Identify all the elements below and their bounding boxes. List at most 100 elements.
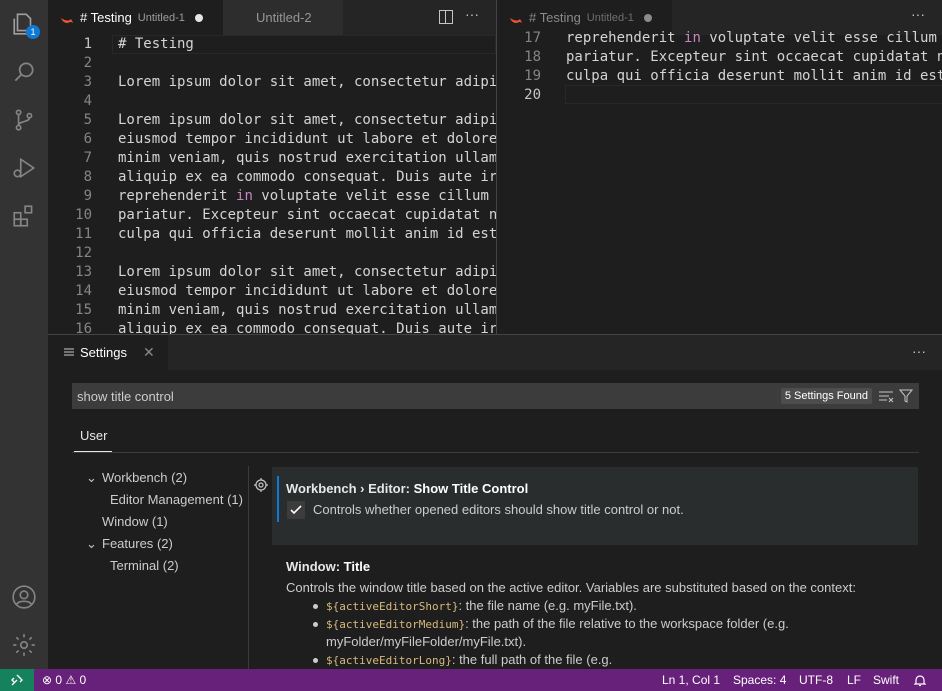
tab-testing-untitled-1[interactable]: # Testing Untitled-1 [48,0,223,35]
code-line: minim veniam, quis nostrud exercitation … [118,150,496,166]
code-line: pariatur. Excepteur sint occaecat cupida… [118,207,496,223]
line-number: 8 [83,169,92,185]
clear-filter-icon[interactable] [878,389,894,406]
settings-search-box[interactable]: 5 Settings Found [72,383,919,409]
scope-divider [72,452,919,453]
code-line: culpa qui officia deserunt mollit anim i… [118,226,496,242]
bullet-item-continued: myFolder/myFileFolder/myFile.txt). [326,634,527,649]
chevron-down-icon: ⌄ [86,470,97,485]
line-number: 12 [75,245,92,261]
line-number: 1 [83,36,92,52]
warning-icon: ⚠ [65,673,77,687]
line-number: 20 [524,87,541,103]
cursor-position[interactable]: Ln 1, Col 1 [662,669,720,691]
indentation[interactable]: Spaces: 4 [733,669,786,691]
explorer-badge: 1 [26,25,40,39]
search-icon[interactable] [0,48,48,96]
split-editor-icon[interactable] [439,10,453,24]
toc-item-terminal[interactable]: Terminal (2) [110,558,179,573]
line-number: 18 [524,49,541,65]
line-number: 10 [75,207,92,223]
filter-icon[interactable] [898,389,914,406]
code-line: reprehenderit in voluptate velit esse ci… [118,188,489,204]
tab-title: # Testing [529,10,581,25]
code-area-right[interactable]: 17 reprehenderit in voluptate velit esse … [497,30,942,334]
line-number: 17 [524,30,541,46]
code-line: Lorem ipsum dolor sit amet, consectetur … [118,74,496,90]
editor-group-left: # Testing Untitled-1 Untitled-2 ··· 1 # T… [48,0,496,334]
line-number: 13 [75,264,92,280]
toc-item-window[interactable]: Window (1) [102,514,168,529]
tab-description: Untitled-1 [586,11,634,24]
line-number: 7 [83,150,92,166]
remote-icon [11,674,23,686]
more-actions-icon[interactable]: ··· [911,6,925,22]
manage-gear-icon[interactable] [0,621,48,669]
toc-item-editor-management[interactable]: Editor Management (1) [110,492,243,507]
activity-bar: 1 [0,0,48,669]
error-icon: ⊗ [42,673,53,687]
source-control-icon[interactable] [0,96,48,144]
code-area-left[interactable]: 1 # Testing 2 3 Lorem ipsum dolor sit amet, … [48,35,496,334]
toc-item-features[interactable]: ⌄ Features (2) [86,536,173,552]
line-number: 6 [83,131,92,147]
tab-bar-left: # Testing Untitled-1 Untitled-2 ··· [48,0,496,35]
setting-focus-indicator [277,476,279,522]
code-line: aliquip ex ea commodo consequat. Duis au… [118,321,496,334]
code-line: pariatur. Excepteur sint occaecat cupida… [566,49,942,65]
unsaved-dot-icon[interactable] [643,13,652,22]
explorer-icon[interactable]: 1 [0,0,48,48]
line-number: 15 [75,302,92,318]
scope-tab-active-indicator [74,451,112,452]
bullet [313,604,318,609]
swift-file-icon [510,17,522,23]
search-input[interactable] [77,384,677,408]
tab-settings[interactable]: Settings ✕ [48,335,168,370]
line-number: 19 [524,68,541,84]
run-debug-icon[interactable] [0,144,48,192]
status-bar: ⊗ 0 ⚠ 0 Ln 1, Col 1 Spaces: 4 UTF-8 LF S… [0,669,942,691]
notifications-bell-icon[interactable] [913,669,927,691]
settings-found-badge: 5 Settings Found [780,388,872,404]
close-tab-icon[interactable]: ✕ [143,344,155,361]
setting-title: Workbench › Editor: Show Title Control [286,481,529,496]
remote-indicator[interactable] [0,669,34,691]
more-actions-icon[interactable]: ··· [912,343,926,359]
tab-description: Untitled-1 [137,11,185,24]
encoding[interactable]: UTF-8 [799,669,833,691]
code-line: culpa qui officia deserunt mollit anim i… [566,68,942,84]
tab-untitled-2[interactable]: Untitled-2 [223,0,343,35]
line-number: 9 [83,188,92,204]
panel-tab-bar: Settings ✕ ··· [48,335,942,370]
bullet [313,658,318,663]
toc-item-workbench[interactable]: ⌄ Workbench (2) [86,470,187,486]
setting-gear-icon[interactable] [254,478,268,495]
settings-tab-label: Settings [80,345,127,360]
line-number: 5 [83,112,92,128]
unsaved-dot-icon[interactable] [194,13,203,22]
code-line: Lorem ipsum dolor sit amet, consectetur … [118,264,496,280]
show-title-control-checkbox[interactable] [287,501,305,519]
setting-description: Controls whether opened editors should s… [313,502,684,517]
current-line-highlight [565,85,942,104]
language-mode[interactable]: Swift [873,669,899,691]
end-of-line[interactable]: LF [847,669,861,691]
settings-tab-icon [64,345,74,360]
bullet-item: ${activeEditorShort}: the file name (e.g… [326,598,637,613]
accounts-icon[interactable] [0,573,48,621]
check-icon [290,505,302,515]
code-line: eiusmod tempor incididunt ut labore et d… [118,131,496,147]
setting-description-window: Controls the window title based on the a… [286,580,856,595]
code-line: minim veniam, quis nostrud exercitation … [118,302,496,318]
editor-group-right: # Testing Untitled-1 ··· 17 reprehenderit… [496,0,942,334]
code-line: Lorem ipsum dolor sit amet, consectetur … [118,112,496,128]
extensions-icon[interactable] [0,192,48,240]
toc-divider [248,466,249,670]
scope-tab-user[interactable]: User [80,428,107,443]
more-actions-icon[interactable]: ··· [465,6,479,22]
swift-file-icon [61,17,73,23]
problems-indicator[interactable]: ⊗ 0 ⚠ 0 [42,669,86,691]
code-line: aliquip ex ea commodo consequat. Duis au… [118,169,496,185]
tab-title: Untitled-2 [256,10,312,25]
code-line: eiusmod tempor incididunt ut labore et d… [118,283,496,299]
